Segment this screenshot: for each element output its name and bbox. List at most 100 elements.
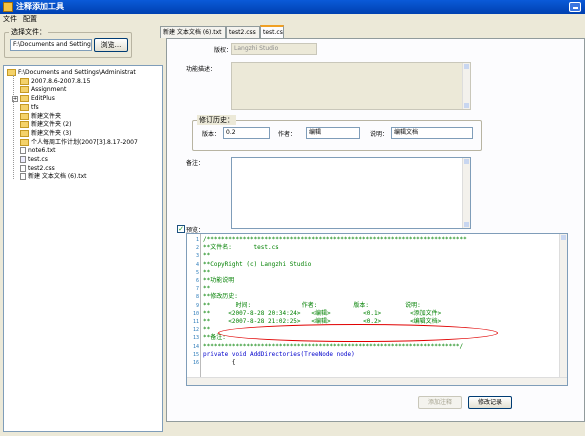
- tree-item-label: Assignment: [31, 86, 67, 94]
- window-title: 注释添加工具: [16, 2, 64, 11]
- line-number: 12: [192, 327, 199, 334]
- author-label: 作者：: [278, 131, 297, 138]
- tree-connector-line: [13, 75, 14, 180]
- file-icon: [20, 164, 26, 172]
- code-line: **: [203, 252, 211, 260]
- code-line: /***************************************…: [203, 236, 467, 243]
- version-field[interactable]: 0.2: [223, 127, 270, 139]
- description-label: 功能描述：: [186, 66, 217, 73]
- folder-icon: [20, 112, 29, 120]
- tree-item-label: tfs: [31, 103, 39, 111]
- line-number: 2: [195, 245, 199, 252]
- tree-item[interactable]: 新建 文本文档 (6).txt: [20, 172, 86, 181]
- copyright-label: 版权：: [214, 47, 233, 54]
- left-panel: 选择文件： F:\Documents and Settings 浏览... F:…: [3, 27, 163, 432]
- code-line: **文件名: test.cs: [203, 244, 279, 252]
- note-field[interactable]: 编辑文档: [391, 127, 473, 139]
- file-tree[interactable]: F:\Documents and Settings\Administrat 200…: [3, 65, 163, 432]
- code-preview[interactable]: 1 2 3 4 5 6 7 8 9 10 11 12 13 14 15 16 /***************…: [186, 233, 568, 386]
- folder-icon: [20, 77, 29, 85]
- code-vertical-scrollbar[interactable]: [559, 234, 567, 385]
- code-line: **备注:: [203, 334, 226, 342]
- code-line: ** 时间: 作者: 版本: 说明:: [203, 301, 421, 309]
- line-number: 3: [195, 253, 199, 260]
- menubar: 文件 配置: [0, 14, 585, 25]
- line-number: 11: [192, 319, 199, 325]
- code-line: private void AddDirectories(TreeNode nod…: [203, 350, 355, 358]
- code-line: **CopyRight (c) Langzhi Studio: [203, 260, 312, 268]
- tree-item-label: 个人每周工作计划(2007[3].8.17-2007: [31, 138, 138, 146]
- tree-item-label: 2007.8.6-2007.8.15: [31, 77, 91, 85]
- tree-item-label: EditPlus: [31, 95, 55, 103]
- tree-item[interactable]: note6.txt: [20, 146, 56, 155]
- code-line: {: [203, 359, 236, 366]
- tree-item-label: 新建文件夹: [31, 112, 62, 120]
- file-icon: [20, 173, 26, 181]
- author-field[interactable]: 编辑: [306, 127, 360, 139]
- tree-item[interactable]: Assignment: [20, 85, 66, 94]
- tree-item[interactable]: 新建文件夹 (2): [20, 120, 71, 129]
- select-file-label: 选择文件：: [9, 27, 48, 37]
- code-line: **修改历史:: [203, 293, 238, 301]
- menu-config[interactable]: 配置: [20, 14, 40, 25]
- tree-item[interactable]: test2.css: [20, 164, 55, 173]
- code-line: ** <2007-8-28 20:34:24> <编辑> <0.1> <添加文件…: [203, 309, 442, 317]
- tree-item[interactable]: test.cs: [20, 155, 48, 164]
- tab-test2-css[interactable]: test2.css: [226, 26, 260, 38]
- tab-new-text-doc[interactable]: 新建 文本文档 (6).txt: [160, 26, 226, 38]
- remark-textarea[interactable]: [231, 157, 471, 229]
- code-line: **: [203, 285, 211, 293]
- line-number: 15: [192, 351, 199, 358]
- line-number: 5: [195, 269, 199, 276]
- tree-item[interactable]: 2007.8.6-2007.8.15: [20, 77, 90, 86]
- tree-item[interactable]: 新建文件夹: [20, 112, 61, 121]
- code-line: **: [203, 268, 211, 276]
- code-line: **功能说明: [203, 277, 235, 284]
- line-number: 7: [195, 286, 199, 293]
- file-icon: [20, 156, 26, 163]
- folder-icon: [20, 138, 29, 146]
- tree-item[interactable]: 个人每周工作计划(2007[3].8.17-2007: [20, 138, 138, 147]
- modify-record-button[interactable]: 修改记录: [468, 396, 512, 409]
- folder-icon: [20, 86, 29, 94]
- description-scrollbar[interactable]: [462, 63, 470, 109]
- line-number: 13: [192, 335, 199, 342]
- line-number: 10: [192, 310, 199, 317]
- folder-icon: [20, 103, 29, 111]
- line-number: 1: [195, 237, 199, 243]
- line-number: 14: [192, 343, 199, 350]
- remark-label: 备注：: [186, 160, 205, 167]
- note-label: 说明：: [370, 131, 389, 138]
- tree-item-label: test2.css: [28, 164, 55, 172]
- folder-icon: [20, 129, 29, 137]
- window-titlebar: 注释添加工具: [0, 0, 585, 14]
- line-number: 4: [195, 261, 199, 268]
- copyright-field: Langzhi Studio: [231, 43, 317, 55]
- tree-item-label: 新建文件夹 (3): [31, 129, 72, 137]
- folder-icon: [20, 121, 29, 129]
- tree-item-label: 新建 文本文档 (6).txt: [28, 173, 87, 181]
- minimize-button[interactable]: [569, 2, 581, 12]
- tree-item[interactable]: tfs: [20, 103, 39, 112]
- version-label: 版本：: [202, 131, 221, 138]
- code-line: **: [203, 326, 211, 334]
- folder-icon: [20, 95, 29, 103]
- highlight-annotation-ellipse: [218, 324, 498, 342]
- menu-file[interactable]: 文件: [0, 14, 20, 25]
- path-input[interactable]: F:\Documents and Settings: [10, 39, 92, 51]
- tree-item[interactable]: F:\Documents and Settings\Administrat: [7, 68, 136, 77]
- browse-button[interactable]: 浏览...: [94, 38, 128, 52]
- preview-checkbox[interactable]: ✓: [177, 225, 185, 233]
- file-icon: [20, 147, 26, 155]
- code-horizontal-scrollbar[interactable]: [187, 377, 567, 385]
- tree-item-label: test.cs: [28, 156, 48, 163]
- tab-test-cs[interactable]: test.cs: [260, 25, 284, 38]
- remark-scrollbar[interactable]: [462, 158, 470, 228]
- tree-item-label: note6.txt: [28, 147, 56, 155]
- tree-item[interactable]: 新建文件夹 (3): [20, 129, 71, 138]
- folder-open-icon: [7, 69, 16, 76]
- line-number: 16: [192, 360, 199, 366]
- add-comment-button[interactable]: 添加注释: [418, 396, 462, 409]
- tree-item[interactable]: EditPlus: [20, 94, 55, 103]
- history-label: 修订历史：: [197, 115, 236, 125]
